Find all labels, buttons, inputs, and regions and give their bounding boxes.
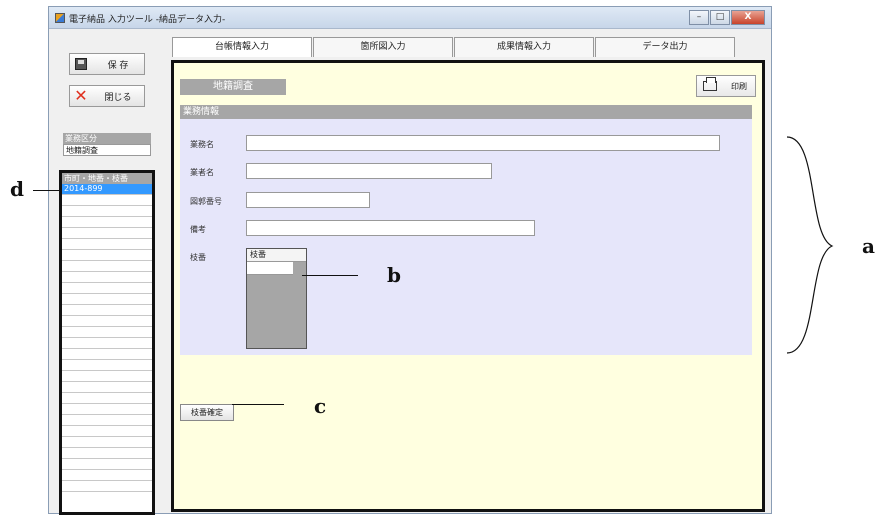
annotation-d-line [33, 190, 60, 191]
annotation-a: a [862, 234, 875, 258]
annotation-b: b [387, 263, 401, 287]
annotation-b-line [302, 275, 358, 276]
brace-a-icon [786, 136, 834, 354]
annotation-c-line [232, 404, 284, 405]
annotation-d: d [10, 177, 24, 201]
annotation-c: c [314, 394, 327, 418]
annotation-overlay [786, 136, 834, 354]
